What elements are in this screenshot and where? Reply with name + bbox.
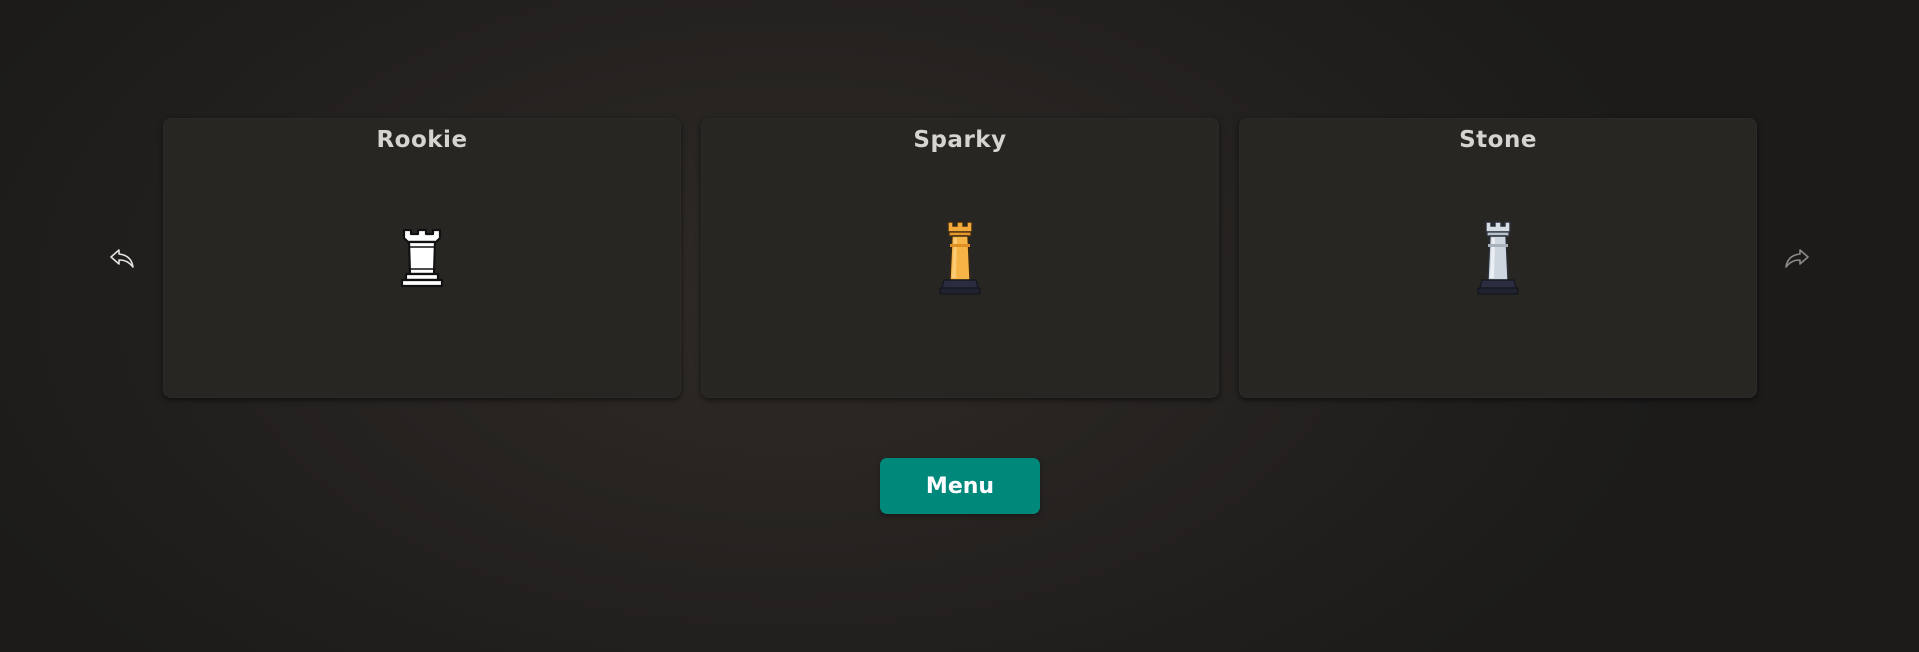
piece-set-card-rookie[interactable]: Rookie <box>163 118 681 398</box>
card-title: Stone <box>1459 127 1537 153</box>
rook-icon <box>1468 216 1528 300</box>
piece-set-card-sparky[interactable]: Sparky <box>701 118 1219 398</box>
rook-icon <box>930 216 990 300</box>
menu-button[interactable]: Menu <box>880 458 1040 514</box>
share-arrow-right-icon <box>1785 249 1809 268</box>
piece-set-card-stone[interactable]: Stone <box>1239 118 1757 398</box>
card-title: Sparky <box>913 127 1007 153</box>
card-title: Rookie <box>376 127 468 153</box>
piece-set-selector: Rookie Sparky Stone Menu <box>0 0 1919 652</box>
previous-page-button[interactable] <box>107 243 137 273</box>
reply-arrow-left-icon <box>110 249 134 268</box>
rook-icon <box>392 216 452 300</box>
piece-set-cards: Rookie Sparky Stone <box>163 118 1757 398</box>
next-page-button[interactable] <box>1782 243 1812 273</box>
